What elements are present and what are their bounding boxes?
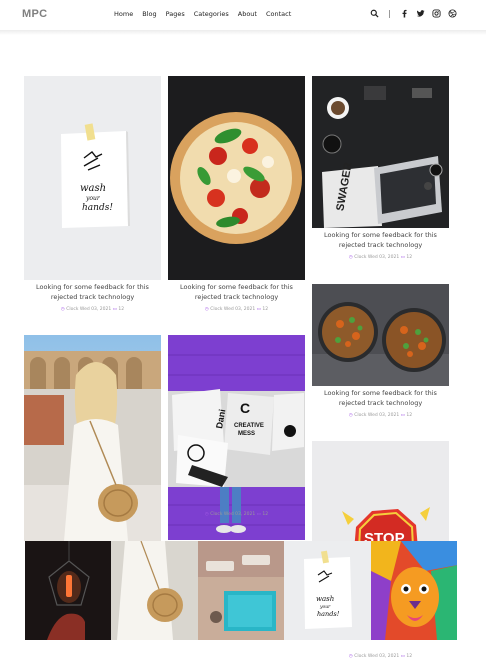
card-meta: ◷ Clock Wed 03, 2021 ▭ 12	[168, 512, 305, 517]
header-actions	[370, 9, 457, 18]
comment-icon: ▭	[400, 255, 405, 260]
twitter-icon[interactable]	[416, 9, 425, 18]
site-logo[interactable]: MPC	[22, 8, 47, 20]
svg-text:your: your	[85, 195, 101, 202]
strip-image-lamp[interactable]	[25, 541, 112, 640]
card-meta: ◷ Clock Wed 03, 2021 ▭ 12	[168, 307, 305, 312]
card-image[interactable]	[24, 335, 161, 541]
card-title[interactable]: Looking for some feedback for this rejec…	[312, 389, 449, 408]
svg-text:CREATIVE: CREATIVE	[234, 423, 264, 429]
strip-image-lion[interactable]	[370, 541, 457, 640]
card-title[interactable]: Looking for some feedback for this rejec…	[168, 283, 305, 302]
svg-text:C: C	[240, 400, 250, 416]
clock-icon: ◷	[348, 413, 353, 418]
card-comments: 12	[406, 654, 413, 659]
facebook-icon[interactable]	[400, 9, 409, 18]
card-date: Clock Wed 03, 2021	[210, 512, 256, 517]
card-image[interactable]: C CREATIVE MESS Dani	[168, 335, 305, 540]
header-divider	[389, 9, 390, 18]
instagram-icon[interactable]	[432, 9, 441, 18]
clock-icon: ◷	[348, 255, 353, 260]
card-comments: 12	[118, 307, 125, 312]
strip-image-wash-hands[interactable]: wash your hands!	[284, 541, 371, 640]
header-shadow	[0, 30, 486, 35]
card-comments: 12	[262, 307, 269, 312]
card-date: Clock Wed 03, 2021	[354, 654, 400, 659]
card-meta: ◷ Clock Wed 03, 2021 ▭ 12	[312, 255, 449, 260]
card-date: Clock Wed 03, 2021	[354, 413, 400, 418]
clock-icon: ◷	[204, 307, 209, 312]
svg-text:MESS: MESS	[238, 431, 255, 437]
card-image[interactable]: SWAGER	[312, 76, 449, 228]
nav-blog[interactable]: Blog	[142, 10, 156, 18]
card-comments: 12	[262, 512, 269, 517]
instagram-strip: wash your hands!	[25, 541, 457, 640]
card-date: Clock Wed 03, 2021	[210, 307, 256, 312]
card-title[interactable]: Looking for some feedback for this rejec…	[312, 231, 449, 250]
card-meta: ◷ Clock Wed 03, 2021 ▭ 12	[312, 413, 449, 418]
main-nav: Home Blog Pages Categories About Contact	[114, 10, 291, 18]
nav-pages[interactable]: Pages	[166, 10, 185, 18]
card-title[interactable]: Looking for some feedback for this rejec…	[24, 283, 161, 302]
nav-contact[interactable]: Contact	[266, 10, 291, 18]
blog-card[interactable]: C CREATIVE MESS Dani ◷ Clock Wed 03, 202…	[168, 335, 305, 540]
svg-text:wash: wash	[316, 595, 334, 603]
svg-text:wash: wash	[80, 183, 106, 194]
nav-categories[interactable]: Categories	[194, 10, 229, 18]
blog-card[interactable]: SWAGER Looking for some feedback for thi…	[312, 76, 449, 260]
card-date: Clock Wed 03, 2021	[66, 307, 112, 312]
card-comments: 12	[406, 413, 413, 418]
comment-icon: ▭	[256, 307, 261, 312]
card-comments: 12	[406, 255, 413, 260]
clock-icon: ◷	[204, 512, 209, 517]
svg-text:hands!: hands!	[82, 203, 113, 213]
comment-icon: ▭	[400, 654, 405, 659]
search-icon[interactable]	[370, 9, 379, 18]
strip-image-pool[interactable]	[197, 541, 285, 640]
dribbble-icon[interactable]	[448, 9, 457, 18]
clock-icon: ◷	[348, 654, 353, 659]
blog-card[interactable]: wash your hands! Looking for some feedba…	[24, 76, 161, 312]
blog-card[interactable]: Looking for some feedback for this rejec…	[312, 284, 449, 418]
svg-text:hands!: hands!	[317, 610, 340, 618]
card-image[interactable]: wash your hands!	[24, 76, 161, 280]
site-header: MPC Home Blog Pages Categories About Con…	[0, 0, 486, 30]
strip-image-woman[interactable]	[111, 541, 198, 640]
card-image[interactable]	[312, 284, 449, 386]
card-image[interactable]	[168, 76, 305, 280]
comment-icon: ▭	[112, 307, 117, 312]
comment-icon: ▭	[256, 512, 261, 517]
card-meta: ◷ Clock Wed 03, 2021 ▭ 12	[24, 307, 161, 312]
blog-card[interactable]	[24, 335, 161, 544]
card-date: Clock Wed 03, 2021	[354, 255, 400, 260]
clock-icon: ◷	[60, 307, 65, 312]
comment-icon: ▭	[400, 413, 405, 418]
blog-card[interactable]: Looking for some feedback for this rejec…	[168, 76, 305, 312]
nav-about[interactable]: About	[238, 10, 257, 18]
nav-home[interactable]: Home	[114, 10, 133, 18]
card-meta: ◷ Clock Wed 03, 2021 ▭ 12	[312, 654, 449, 659]
